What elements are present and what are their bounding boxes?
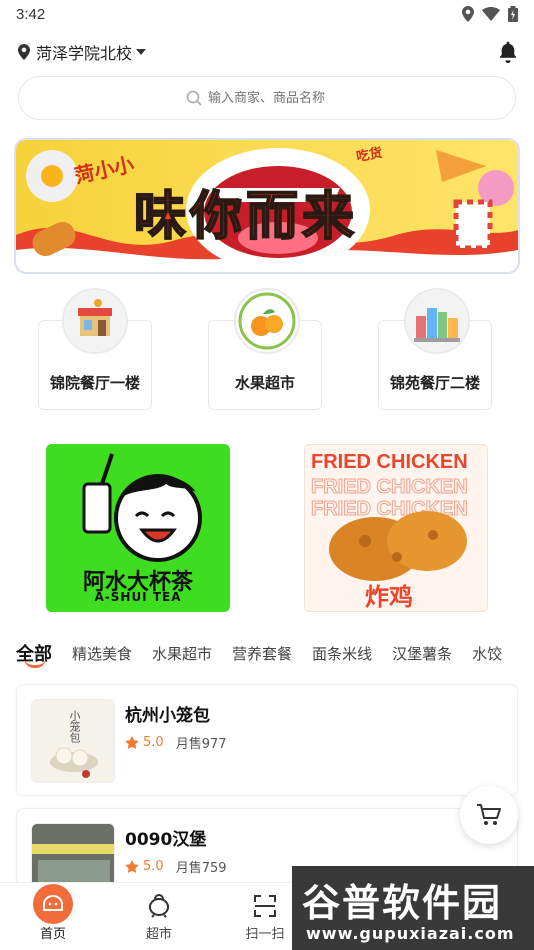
cart-icon [477, 804, 501, 825]
shop-icon [149, 894, 169, 918]
cart-button[interactable] [460, 786, 518, 844]
category-label: 锦院餐厅一楼 [49, 374, 140, 392]
watermark-url: www.gupuxiazai.com [306, 924, 515, 943]
tab-dumplings[interactable]: 水饺 [472, 643, 502, 664]
tab-noodles[interactable]: 面条米线 [312, 643, 372, 664]
watermark: 谷普软件园 www.gupuxiazai.com [292, 866, 534, 950]
category-tabs: 全部 精选美食 水果超市 营养套餐 面条米线 汉堡薯条 水饺 [16, 636, 534, 670]
city-icon [404, 288, 470, 354]
shop-name: 0090汉堡 [125, 830, 207, 850]
shop-card[interactable]: 小笼包 杭州小笼包 5.0 月售977 [16, 684, 518, 796]
promo-ashui-tea[interactable]: 阿水大杯茶 A-SHUI TEA [46, 444, 230, 612]
banner-headline: 味你而来 [133, 186, 359, 248]
status-icons [462, 6, 518, 22]
scan-icon [254, 895, 276, 917]
location-pin-icon [18, 44, 30, 60]
nav-label: 扫一扫 [245, 927, 285, 942]
star-icon [125, 735, 139, 749]
nav-market[interactable]: 超市 [106, 883, 212, 950]
location-status-icon [462, 6, 474, 22]
promo-fried-chicken[interactable]: FRIED CHICKEN FRIED CHICKEN FRIED CHICKE… [304, 444, 488, 612]
tab-burgers-fries[interactable]: 汉堡薯条 [392, 643, 452, 664]
caret-down-icon[interactable] [136, 48, 147, 56]
category-label: 锦苑餐厅二楼 [389, 374, 480, 392]
search-box[interactable] [18, 76, 516, 120]
wifi-icon [482, 7, 500, 21]
status-time: 3:42 [16, 5, 46, 23]
tab-fruit-market[interactable]: 水果超市 [152, 643, 212, 664]
status-bar: 3:42 [0, 0, 534, 28]
watermark-title: 谷普软件园 [302, 881, 503, 925]
home-icon [43, 895, 63, 911]
location-row: 菏泽学院北校 [18, 38, 518, 66]
tab-featured-food[interactable]: 精选美食 [72, 643, 132, 664]
shop-meta: 5.0 月售759 [125, 857, 227, 876]
tab-nutrition-set[interactable]: 营养套餐 [232, 643, 292, 664]
category-label: 水果超市 [234, 374, 295, 392]
nav-label: 超市 [145, 927, 172, 942]
search-input[interactable] [208, 90, 348, 106]
bell-icon[interactable] [498, 41, 518, 63]
store-icon [62, 288, 128, 354]
shop-rating: 5.0 [143, 735, 164, 750]
star-icon [125, 859, 139, 873]
battery-icon [508, 6, 518, 22]
search-icon [186, 90, 202, 106]
shop-meta: 5.0 月售977 [125, 733, 227, 752]
promo-banner[interactable]: 菏小小 味你而来 吃货 [16, 140, 518, 272]
orange-icon [234, 288, 300, 354]
shop-name: 杭州小笼包 [125, 706, 210, 726]
nav-label: 首页 [39, 927, 66, 942]
shop-thumbnail: 小笼包 [31, 699, 115, 783]
promo-chicken-caption: 炸鸡 [365, 583, 413, 611]
svg-text:FRIED CHICKEN: FRIED CHICKEN [311, 476, 468, 498]
nav-home[interactable]: 首页 [0, 883, 106, 950]
shop-monthly-sales: 月售977 [175, 737, 227, 752]
promo-tea-subtitle: A-SHUI TEA [94, 590, 182, 604]
shop-monthly-sales: 月售759 [175, 861, 227, 876]
shop-rating: 5.0 [143, 859, 164, 874]
location-selector[interactable]: 菏泽学院北校 [36, 40, 132, 64]
